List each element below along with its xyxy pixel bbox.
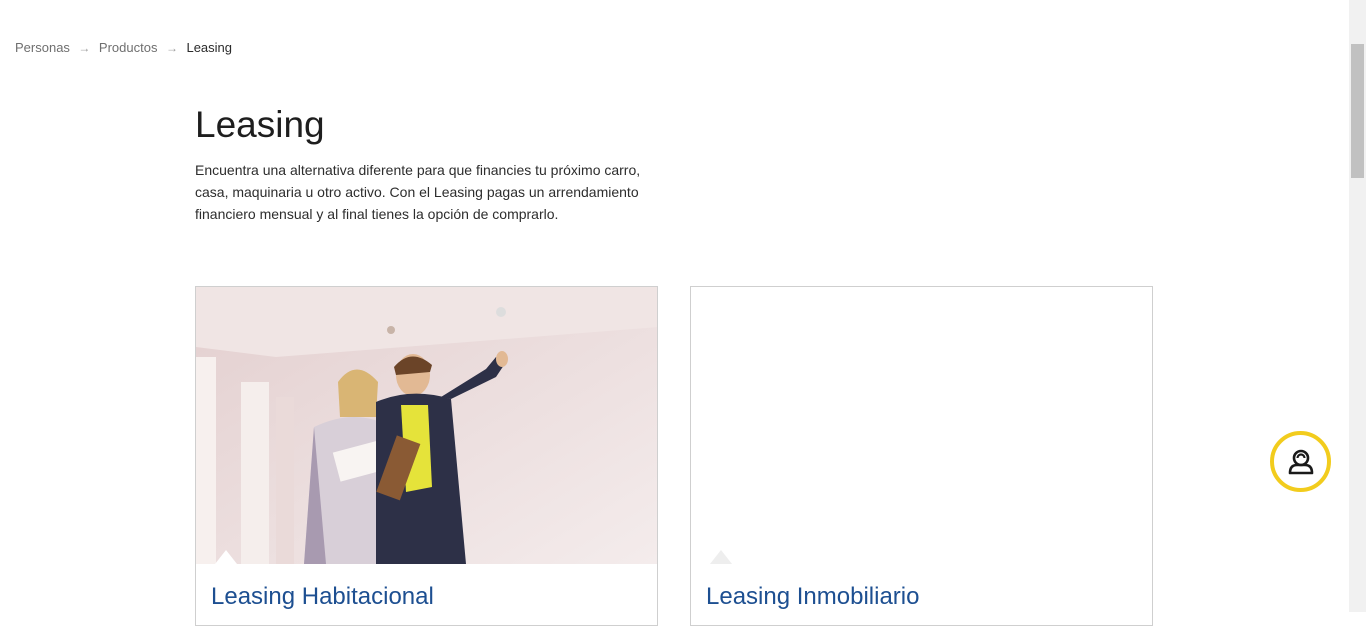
- couple-photo: [196, 287, 657, 564]
- page-intro: Encuentra una alternativa diferente para…: [195, 162, 641, 222]
- arrow-right-icon: →: [165, 40, 178, 55]
- card-title[interactable]: Leasing Inmobiliario: [706, 583, 919, 611]
- breadcrumb: Personas → Productos → Leasing: [15, 40, 232, 55]
- product-card-leasing-inmobiliario[interactable]: Leasing Inmobiliario: [690, 286, 1153, 626]
- vertical-scrollbar[interactable]: [1349, 0, 1366, 612]
- card-image: [196, 287, 657, 564]
- breadcrumb-current: Leasing: [186, 40, 233, 55]
- card-notch: [215, 550, 237, 564]
- card-title[interactable]: Leasing Habitacional: [211, 583, 434, 611]
- breadcrumb-productos[interactable]: Productos: [99, 40, 158, 55]
- card-notch: [710, 550, 732, 564]
- scrollbar-thumb[interactable]: [1351, 44, 1364, 178]
- chat-agent-icon: [1288, 449, 1313, 474]
- page-title: Leasing: [195, 104, 325, 145]
- breadcrumb-personas[interactable]: Personas: [15, 40, 70, 55]
- product-card-leasing-habitacional[interactable]: Leasing Habitacional: [195, 286, 658, 626]
- chat-assistant-button[interactable]: [1270, 431, 1331, 492]
- arrow-right-icon: →: [78, 40, 91, 55]
- card-image: [691, 287, 1152, 564]
